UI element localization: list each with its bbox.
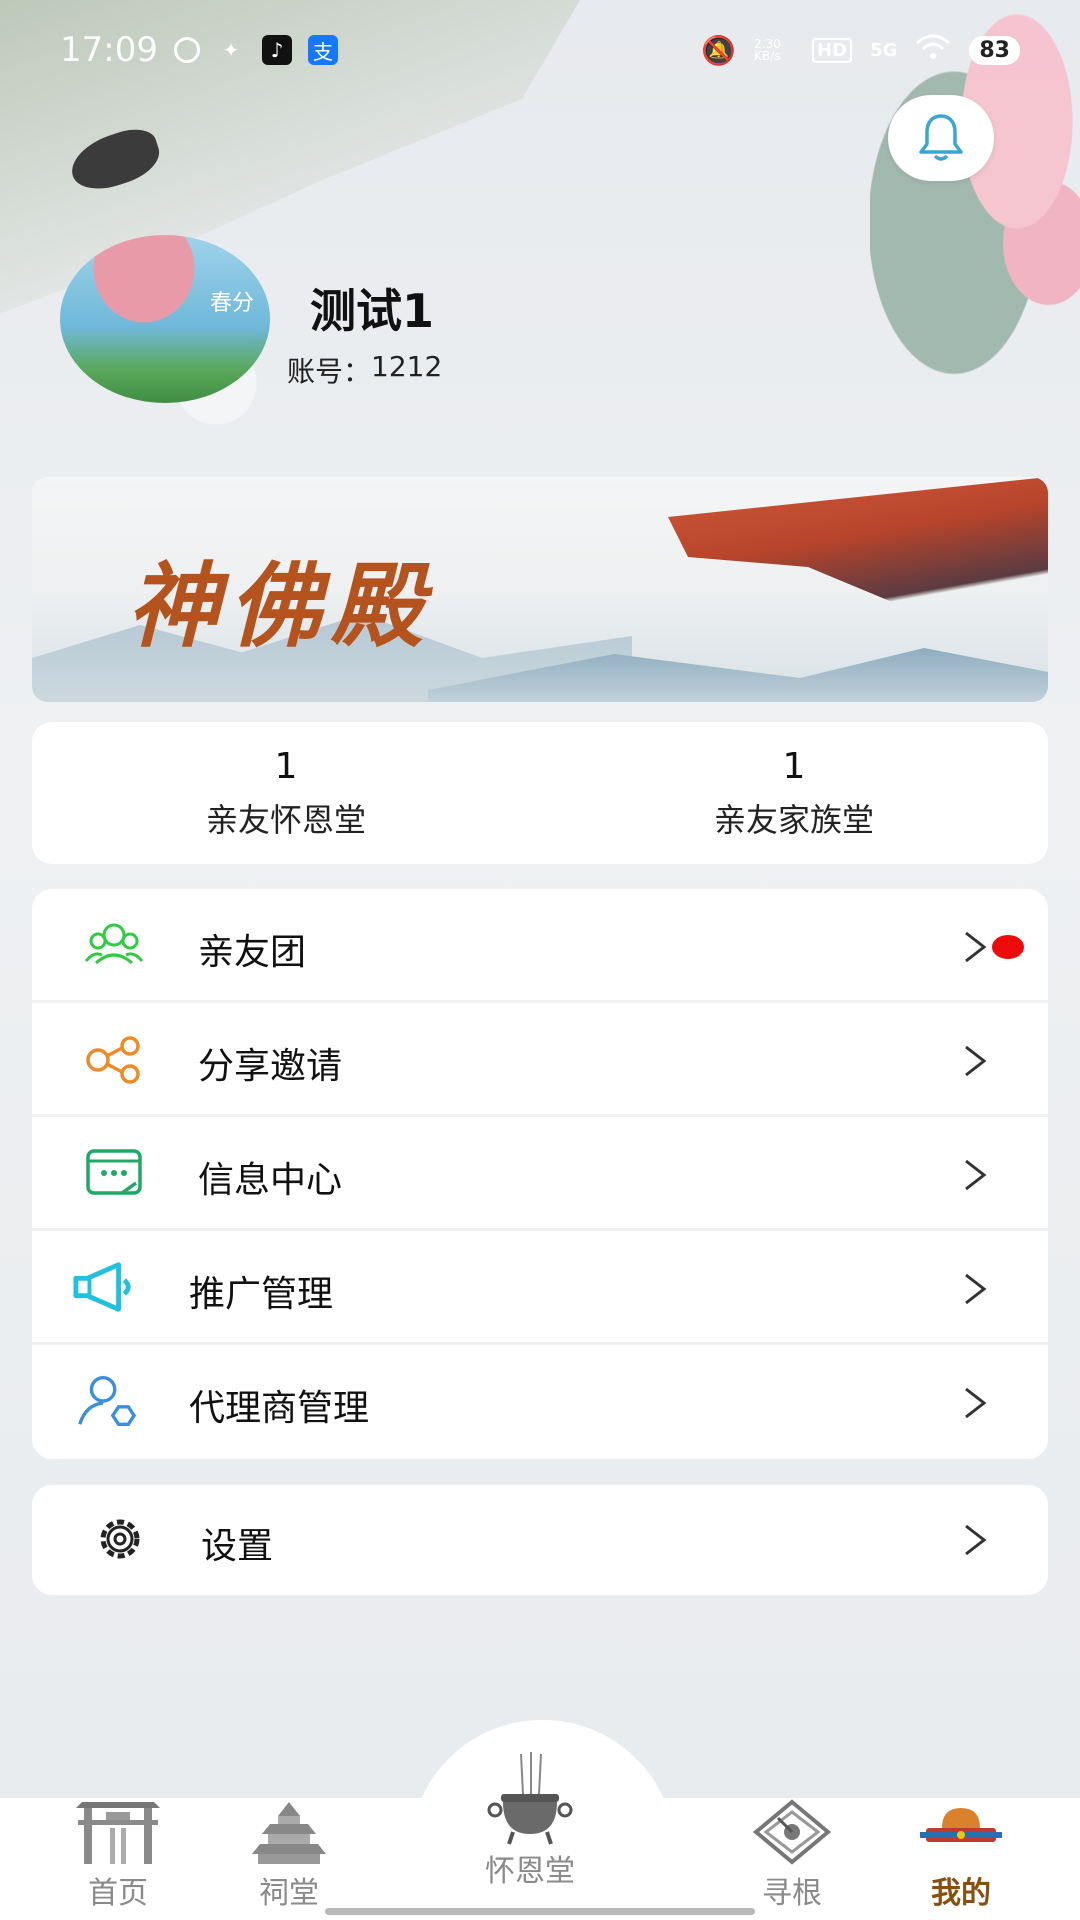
status-time: 17:09 <box>60 30 158 70</box>
shenfo-hall-banner[interactable]: 神佛殿 <box>32 477 1048 702</box>
notification-button[interactable] <box>888 95 994 181</box>
menu-item-friends-group[interactable]: 亲友团 <box>32 889 1048 1003</box>
chevron-right-icon <box>965 1524 987 1556</box>
message-center-icon <box>82 1145 146 1201</box>
gear-icon <box>88 1511 152 1567</box>
tab-mine[interactable]: 我的 <box>918 1798 1004 1912</box>
stat-huaien-hall[interactable]: 1 亲友怀恩堂 <box>32 722 540 864</box>
account-label: 账号： <box>287 355 372 388</box>
network-label: 5G <box>870 39 898 61</box>
menu-label: 分享邀请 <box>198 1046 343 1087</box>
message-icon <box>173 37 200 63</box>
menu-item-share-invite[interactable]: 分享邀请 <box>32 1003 1048 1117</box>
menu-label: 信息中心 <box>198 1160 343 1201</box>
stat-label: 亲友家族堂 <box>713 800 874 839</box>
avatar[interactable]: 春分 <box>60 235 270 403</box>
mute-icon: 🔕 <box>701 33 737 67</box>
stat-family-hall[interactable]: 1 亲友家族堂 <box>540 722 1048 864</box>
menu-item-agent-management[interactable]: 代理商管理 <box>32 1345 1048 1459</box>
tab-home[interactable]: 首页 <box>70 1798 166 1912</box>
stats-card: 1 亲友怀恩堂 1 亲友家族堂 <box>32 722 1048 864</box>
net-speed: 2.30 KB/s <box>754 37 781 63</box>
home-indicator <box>325 1908 755 1915</box>
temple-icon <box>252 1802 326 1864</box>
menu-item-message-center[interactable]: 信息中心 <box>32 1117 1048 1231</box>
share-icon <box>82 1031 146 1087</box>
incense-burner-icon <box>487 1752 573 1845</box>
chevron-right-icon <box>965 1387 987 1419</box>
avatar-text: 春分 <box>210 291 255 316</box>
tab-label: 我的 <box>931 1876 991 1911</box>
mountain-decoration <box>428 648 1048 702</box>
tab-root-seeking[interactable]: 寻根 <box>752 1798 832 1912</box>
menu-item-promotion-management[interactable]: 推广管理 <box>32 1231 1048 1345</box>
status-bar: 17:09 ✦ ♪ 支 🔕 2.30 KB/s HD 5G 83 <box>0 0 1080 100</box>
group-icon <box>82 917 146 973</box>
tiktok-icon: ♪ <box>261 35 292 65</box>
alipay-icon: 支 <box>307 35 338 65</box>
account-value: 1212 <box>371 350 443 383</box>
notification-badge <box>992 935 1024 959</box>
chevron-right-icon <box>965 931 987 963</box>
stat-value: 1 <box>274 745 298 787</box>
chevron-right-icon <box>965 1273 987 1305</box>
tab-label: 首页 <box>88 1876 148 1911</box>
tab-label: 怀恩堂 <box>485 1854 575 1889</box>
menu-item-settings[interactable]: 设置 <box>32 1485 1048 1595</box>
menu-list: 亲友团 分享邀请 信息中心 推广管理 代理商管理 <box>32 889 1048 1459</box>
chevron-right-icon <box>965 1159 987 1191</box>
account-info: 账号： 1212 <box>287 350 442 390</box>
menu-label: 亲友团 <box>198 932 307 973</box>
stat-value: 1 <box>782 745 806 787</box>
battery-indicator: 83 <box>969 35 1020 65</box>
compass-icon <box>752 1799 832 1865</box>
megaphone-icon <box>72 1259 136 1315</box>
chevron-right-icon <box>965 1045 987 1077</box>
hd-icon: HD <box>812 37 853 63</box>
official-hat-icon <box>920 1808 1002 1842</box>
menu-label: 设置 <box>201 1526 274 1567</box>
game-icon: ✦ <box>222 38 240 62</box>
archway-icon <box>76 1802 160 1864</box>
wifi-icon <box>915 33 951 68</box>
temple-roof-decoration <box>668 477 1048 647</box>
username: 测试1 <box>310 284 435 338</box>
tab-label: 祠堂 <box>259 1876 319 1911</box>
tab-label: 寻根 <box>762 1876 822 1911</box>
tab-ancestral-hall[interactable]: 祠堂 <box>248 1798 330 1912</box>
bottom-tab-bar: 首页 祠堂 怀恩堂 寻根 我的 <box>0 1752 1080 1920</box>
menu-label: 推广管理 <box>189 1274 334 1315</box>
tab-huaien-hall[interactable]: 怀恩堂 <box>485 1750 575 1890</box>
menu-label: 代理商管理 <box>189 1388 370 1429</box>
agent-icon <box>74 1373 138 1429</box>
bell-icon <box>919 114 963 161</box>
stat-label: 亲友怀恩堂 <box>205 800 366 839</box>
banner-title: 神佛殿 <box>127 552 434 660</box>
